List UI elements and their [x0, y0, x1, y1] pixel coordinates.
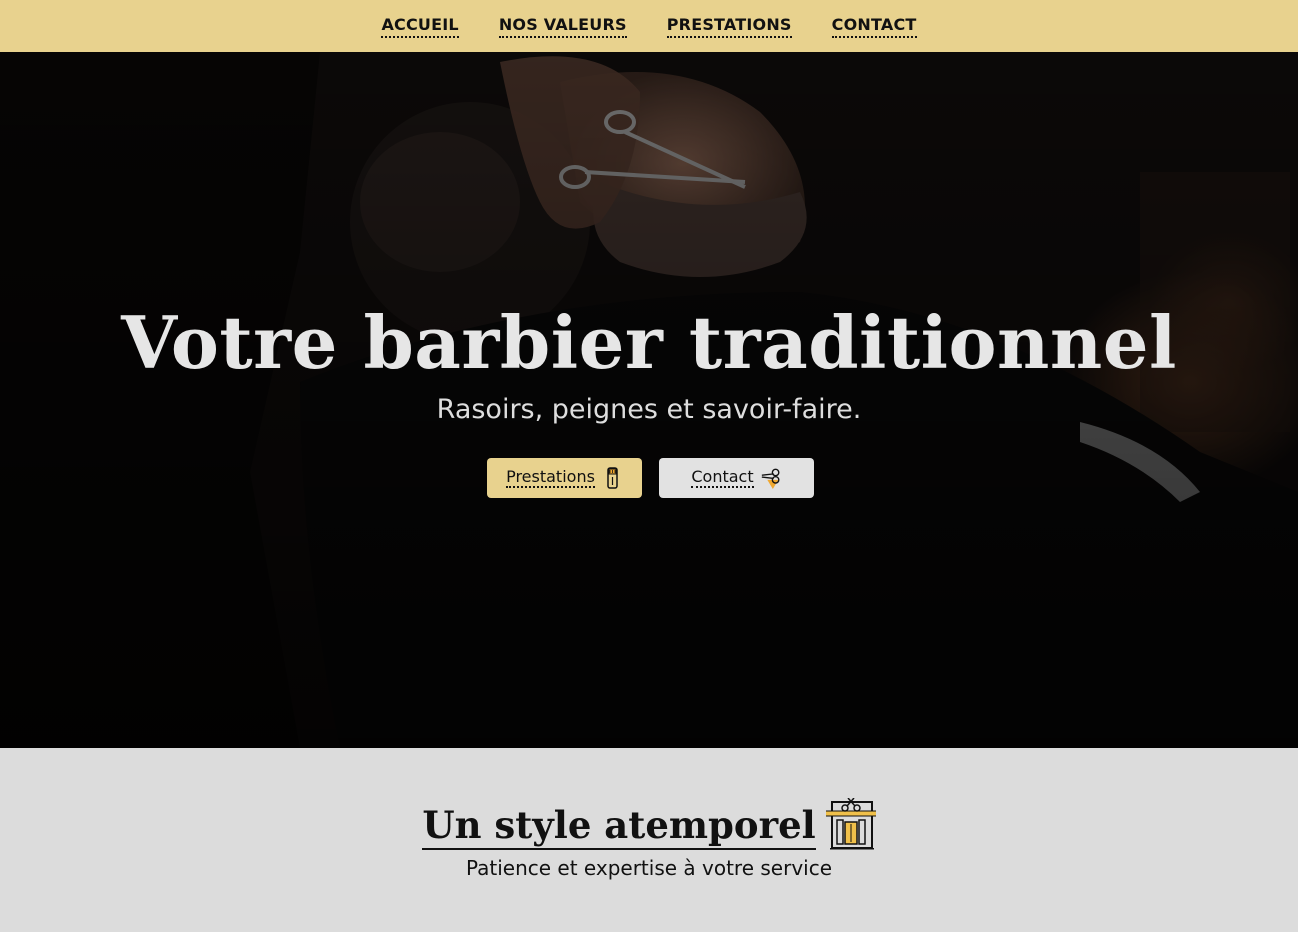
nav-link-contact[interactable]: CONTACT [831, 15, 917, 38]
contact-button[interactable]: Contact [659, 458, 814, 498]
top-navigation: ACCUEIL NOS VALEURS PRESTATIONS CONTACT [0, 0, 1298, 52]
section-heading-row: Un style atemporel [0, 798, 1298, 850]
hero-section: Votre barbier traditionnel Rasoirs, peig… [0, 52, 1298, 748]
nav-link-nos-valeurs[interactable]: NOS VALEURS [498, 15, 627, 38]
prestations-button-label: Prestations [506, 467, 595, 488]
section-title: Un style atemporel [422, 802, 816, 850]
values-section: Un style atemporel Patience et expertise… [0, 748, 1298, 932]
prestations-button[interactable]: Prestations [487, 458, 642, 498]
hero-subtitle: Rasoirs, peignes et savoir-faire. [436, 394, 862, 425]
nav-link-accueil[interactable]: ACCUEIL [381, 15, 459, 38]
nav-link-prestations[interactable]: PRESTATIONS [666, 15, 792, 38]
razor-icon [607, 467, 618, 489]
hero-title: Votre barbier traditionnel [121, 300, 1177, 385]
barbershop-storefront-icon [825, 798, 876, 850]
section-subtitle: Patience et expertise à votre service [465, 856, 833, 880]
scissors-icon [761, 468, 780, 489]
contact-button-label: Contact [691, 467, 754, 488]
